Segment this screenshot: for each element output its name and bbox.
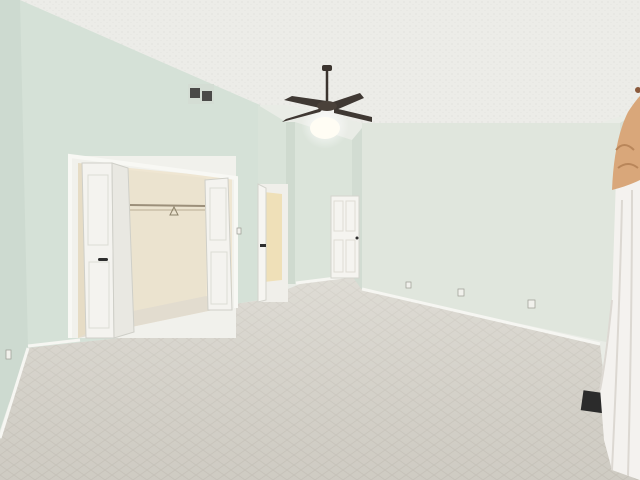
door-knob-icon (260, 244, 266, 247)
closet-door-right (204, 177, 233, 311)
power-outlet-icon (5, 349, 12, 360)
closet-door-left (81, 162, 135, 339)
hallway-door-closed (330, 195, 360, 279)
door-knob-icon (355, 236, 359, 240)
power-outlet-icon (457, 288, 465, 297)
power-outlet-icon (405, 281, 412, 289)
light-switch-icon (236, 227, 242, 235)
wall-vent (188, 84, 214, 104)
hallway-door-open (257, 183, 288, 303)
power-outlet-icon (527, 299, 536, 309)
closet-rod (129, 204, 206, 207)
empty-bedroom-photo (0, 0, 640, 480)
door-knob-icon (98, 258, 108, 261)
room-scene (0, 0, 640, 480)
fan-light-bulb-icon (310, 117, 340, 139)
